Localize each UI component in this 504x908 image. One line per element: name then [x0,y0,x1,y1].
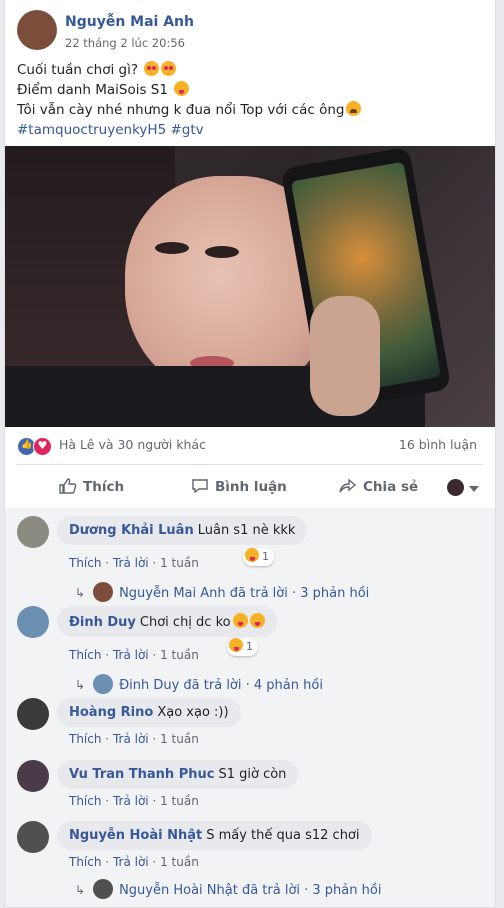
comment-text: Chơi chị dc ko [139,615,231,630]
commenter-avatar[interactable] [17,606,49,638]
reactions-row: Hà Lê và 30 người khác 16 bình luận [17,436,487,456]
post-card: Nguyễn Mai Anh 22 tháng 2 lúc 20:56 Cuối… [4,0,496,908]
author-name[interactable]: Nguyễn Mai Anh [65,14,194,30]
post-text: Cuối tuần chơi gì? Điểm danh MaiSois S1 … [17,60,487,140]
comment-like-link[interactable]: Thích [69,855,101,869]
commenter-avatar[interactable] [17,516,49,548]
love-face-icon [144,61,160,76]
post-line: Điểm danh MaiSois S1 [17,80,487,100]
commenter-avatar[interactable] [17,760,49,792]
post-line-text: Tôi vẫn cày nhé nhưng k đua nổi Top với … [17,102,345,118]
comment-button-label: Bình luận [215,479,287,495]
photo-eye-shape [155,242,189,254]
comment-time[interactable]: 1 tuần [160,732,199,746]
comment-author[interactable]: Đinh Duy [69,615,136,630]
comment-reply-link[interactable]: Trả lời [113,794,149,808]
replies-link[interactable]: ↳ Nguyễn Hoài Nhật đã trả lời · 3 phản hồ… [75,879,381,899]
laugh-reaction-icon [245,548,259,562]
comment-icon [192,479,208,494]
comment-button[interactable]: Bình luận [191,478,287,495]
comment-time[interactable]: 1 tuần [160,794,199,808]
comment-text: Luân s1 nè kkk [197,523,296,538]
reply-arrow-icon: ↳ [75,678,86,692]
comment-reaction-badge[interactable]: 1 [227,638,258,656]
replies-link[interactable]: ↳ Đinh Duy đã trả lời · 4 phản hồi [75,674,323,694]
comment-reply-link[interactable]: Trả lời [113,855,149,869]
comment-bubble: Đinh Duy Chơi chị dc ko [57,606,277,637]
love-face-icon [161,61,177,76]
comment-text: S mấy thế qua s12 chơi [206,828,360,843]
comment-reply-link[interactable]: Trả lời [113,648,149,662]
comment-like-link[interactable]: Thích [69,794,101,808]
comment-like-link[interactable]: Thích [69,556,101,570]
comment-meta: Thích · Trả lời · 1 tuần [69,648,199,662]
photo-eye-shape [205,246,239,258]
post-line-text: Cuối tuần chơi gì? [17,62,139,78]
share-button[interactable]: Chia sẻ [339,478,418,495]
comment-bubble: Nguyễn Hoài Nhật S mấy thế qua s12 chơi [57,821,372,850]
laugh-reaction-icon [229,638,243,652]
viewer-selector[interactable] [447,478,483,498]
reply-arrow-icon: ↳ [75,883,86,897]
author-avatar[interactable] [17,10,57,50]
reply-arrow-icon: ↳ [75,586,86,600]
crying-face-icon [346,101,362,116]
photo-hand-shape [310,296,380,416]
action-bar: Thích Bình luận Chia sẻ [5,470,495,504]
comments-count[interactable]: 16 bình luận [399,437,477,452]
comment-time[interactable]: 1 tuần [160,855,199,869]
comment-time[interactable]: 1 tuần [160,648,199,662]
post-hashtags[interactable]: #tamquoctruyenkyH5 #gtv [17,120,487,140]
comment-reply-link[interactable]: Trả lời [113,556,149,570]
replies-text: Nguyễn Hoài Nhật đã trả lời · 3 phản hồi [119,883,382,898]
tongue-face-icon [174,81,190,96]
post-timestamp[interactable]: 22 tháng 2 lúc 20:56 [65,36,185,50]
share-icon [339,478,357,493]
comment-time[interactable]: 1 tuần [160,556,199,570]
comment-reply-link[interactable]: Trả lời [113,732,149,746]
reactions-summary[interactable]: Hà Lê và 30 người khác [59,437,206,452]
like-button-label: Thích [83,479,125,495]
thumbs-up-icon [59,478,77,494]
replies-text: Đinh Duy đã trả lời · 4 phản hồi [119,678,323,693]
comment-reaction-badge[interactable]: 1 [243,548,274,566]
replies-link[interactable]: ↳ Nguyễn Mai Anh đã trả lời · 3 phản hồi [75,582,369,602]
commenter-avatar[interactable] [17,821,49,853]
comment-like-link[interactable]: Thích [69,732,101,746]
replies-text: Nguyễn Mai Anh đã trả lời · 3 phản hồi [119,586,370,601]
post-line: Cuối tuần chơi gì? [17,60,487,80]
comment-author[interactable]: Nguyễn Hoài Nhật [69,828,202,843]
comment-bubble: Hoàng Rino Xạo xạo :)) [57,698,241,727]
comment-author[interactable]: Vu Tran Thanh Phuc [69,767,214,782]
comment-author[interactable]: Dương Khải Luân [69,523,194,538]
comment-meta: Thích · Trả lời · 1 tuần [69,732,199,746]
comment-text: Xạo xạo :)) [157,705,229,720]
commenter-avatar[interactable] [17,698,49,730]
comment-bubble: Vu Tran Thanh Phuc S1 giờ còn [57,760,299,789]
divider [17,464,483,465]
laugh-face-icon [249,613,265,628]
chevron-down-icon [469,486,479,492]
replier-avatar [93,674,114,694]
post-line: Tôi vẫn cày nhé nhưng k đua nổi Top với … [17,100,487,120]
viewer-avatar [447,479,464,496]
post-photo[interactable] [5,146,495,427]
comment-text: S1 giờ còn [218,767,287,782]
like-button[interactable]: Thích [59,478,124,495]
comment-bubble: Dương Khải Luân Luân s1 nè kkk [57,516,308,545]
share-button-label: Chia sẻ [363,479,419,495]
comment-meta: Thích · Trả lời · 1 tuần [69,794,199,808]
comment-like-link[interactable]: Thích [69,648,101,662]
comment-author[interactable]: Hoàng Rino [69,705,153,720]
comments-section: Dương Khải Luân Luân s1 nè kkk 1 Thích · … [5,508,495,907]
comment-meta: Thích · Trả lời · 1 tuần [69,556,199,570]
comment-reaction-count: 1 [262,550,269,563]
replier-avatar [93,582,114,602]
love-reaction-icon [33,437,52,456]
comment-meta: Thích · Trả lời · 1 tuần [69,855,199,869]
post-line-text: Điểm danh MaiSois S1 [17,82,168,98]
laugh-face-icon [232,613,248,628]
replier-avatar [93,879,114,899]
comment-reaction-count: 1 [246,640,253,653]
